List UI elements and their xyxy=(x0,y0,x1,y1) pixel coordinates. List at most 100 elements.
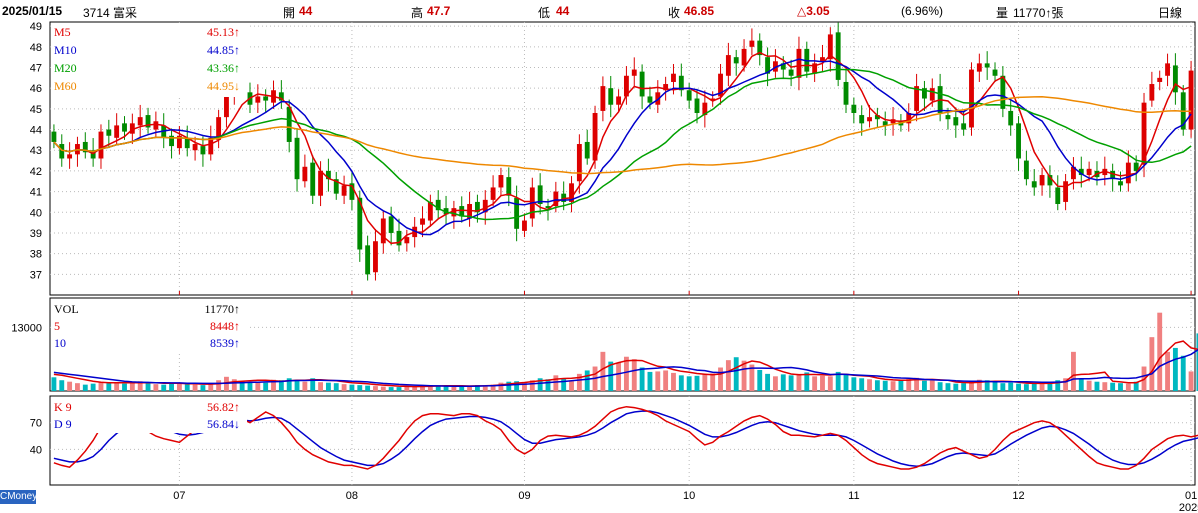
candle-body xyxy=(796,48,802,78)
candle-body xyxy=(725,55,731,76)
price-tick-label: 48 xyxy=(30,42,42,54)
volume-bar xyxy=(961,383,967,391)
volume-bar xyxy=(325,382,331,391)
volume-bar xyxy=(796,373,802,391)
candle-body xyxy=(341,185,347,196)
ma-legend-name: M10 xyxy=(54,43,77,57)
candle-body xyxy=(192,144,198,151)
volume-bar xyxy=(357,385,363,391)
volume-bar xyxy=(757,369,763,391)
volume-bar xyxy=(169,383,174,391)
candle-body xyxy=(741,48,747,66)
candle-body xyxy=(420,218,425,225)
candle-body xyxy=(600,86,606,111)
volume-bar xyxy=(584,370,590,391)
volume-bar xyxy=(200,385,206,391)
cmoney-badge: CMoney xyxy=(0,490,36,504)
volume-bar xyxy=(1125,383,1131,391)
price-tick-label: 44 xyxy=(30,125,42,137)
candle-body xyxy=(1000,75,1006,109)
volume-bar xyxy=(106,383,112,391)
volume-bar xyxy=(82,384,88,391)
volume-bar xyxy=(1039,383,1045,391)
candle-body xyxy=(992,69,998,76)
volume-bar xyxy=(929,380,935,391)
volume-tick-label: 13000 xyxy=(11,322,42,334)
candle-body xyxy=(1118,181,1123,186)
volume-bar xyxy=(765,373,771,391)
price-tick-label: 46 xyxy=(30,83,42,95)
volume-bar xyxy=(788,375,794,391)
volume-bar xyxy=(882,380,888,391)
candle-body xyxy=(1125,162,1131,184)
volume-bar xyxy=(631,359,637,391)
price-tick-label: 41 xyxy=(30,187,42,199)
volume-bar xyxy=(953,383,959,391)
candle-body xyxy=(224,94,229,118)
volume-bar xyxy=(75,383,80,391)
candle-body xyxy=(616,96,622,105)
candle-body xyxy=(373,241,378,273)
candle-body xyxy=(302,166,308,182)
volume-bar xyxy=(51,377,57,391)
candle-body xyxy=(639,71,645,97)
candle-body xyxy=(969,69,974,128)
year-label: 2025 xyxy=(1179,502,1198,513)
volume-bar xyxy=(859,378,865,391)
volume-legend-value: 11770↑ xyxy=(204,302,240,316)
volume-bar xyxy=(1157,312,1163,391)
volume-bar xyxy=(569,381,574,391)
volume-bar xyxy=(647,371,653,391)
candle-body xyxy=(114,125,120,138)
volume-bar xyxy=(302,381,308,391)
kd-tick-label: 70 xyxy=(30,418,42,430)
stock-chart[interactable]: 07 08 09 10 11 12 012025 37 38 39 40 41 42 43 44 45 46 47… xyxy=(0,0,1198,513)
ma-legend-value: 43.36↑ xyxy=(207,61,240,75)
candle-body xyxy=(867,117,872,122)
kd-tick-label: 40 xyxy=(30,444,42,456)
price-tick-label: 37 xyxy=(30,269,42,281)
volume-bar xyxy=(733,357,739,391)
candle-body xyxy=(1063,181,1069,202)
candle-body xyxy=(608,88,614,105)
candle-body xyxy=(263,96,269,101)
volume-bar xyxy=(365,385,371,391)
volume-bar xyxy=(396,387,402,391)
volume-bar xyxy=(1180,355,1186,391)
candle-body xyxy=(788,69,794,76)
candle-body xyxy=(137,117,143,126)
ma-legend-name: M5 xyxy=(54,25,71,39)
volume-bar xyxy=(98,382,104,391)
candle-body xyxy=(122,123,127,132)
candle-body xyxy=(1157,77,1163,82)
volume-bar xyxy=(122,383,127,391)
ma-legend-name: M60 xyxy=(54,79,77,93)
volume-bar xyxy=(937,382,943,391)
volume-bar xyxy=(718,367,723,391)
volume-bar xyxy=(1094,381,1100,391)
volume-bar xyxy=(1118,383,1123,391)
candle-body xyxy=(318,170,323,196)
volume-bar xyxy=(1165,351,1170,391)
candle-body xyxy=(451,208,457,217)
volume-bar xyxy=(725,360,731,391)
candle-body xyxy=(106,129,112,136)
candle-body xyxy=(733,57,739,64)
candle-body xyxy=(976,63,982,72)
volume-bar xyxy=(404,386,410,391)
volume-bar xyxy=(373,386,378,391)
kd-legend-value: 56.84↓ xyxy=(207,417,240,431)
volume-bar xyxy=(59,380,65,391)
candle-body xyxy=(153,121,159,130)
volume-legend-name: 5 xyxy=(54,319,60,333)
price-tick-label: 49 xyxy=(30,21,42,33)
ma-legend-value: 44.95↓ xyxy=(207,79,240,93)
volume-bar xyxy=(380,386,386,391)
volume-bar xyxy=(333,383,339,391)
volume-bar xyxy=(341,384,347,391)
month-label: 08 xyxy=(346,490,358,502)
price-tick-label: 42 xyxy=(30,166,42,178)
volume-bar xyxy=(922,380,927,391)
volume-bar xyxy=(90,383,96,391)
volume-bar xyxy=(216,380,222,391)
